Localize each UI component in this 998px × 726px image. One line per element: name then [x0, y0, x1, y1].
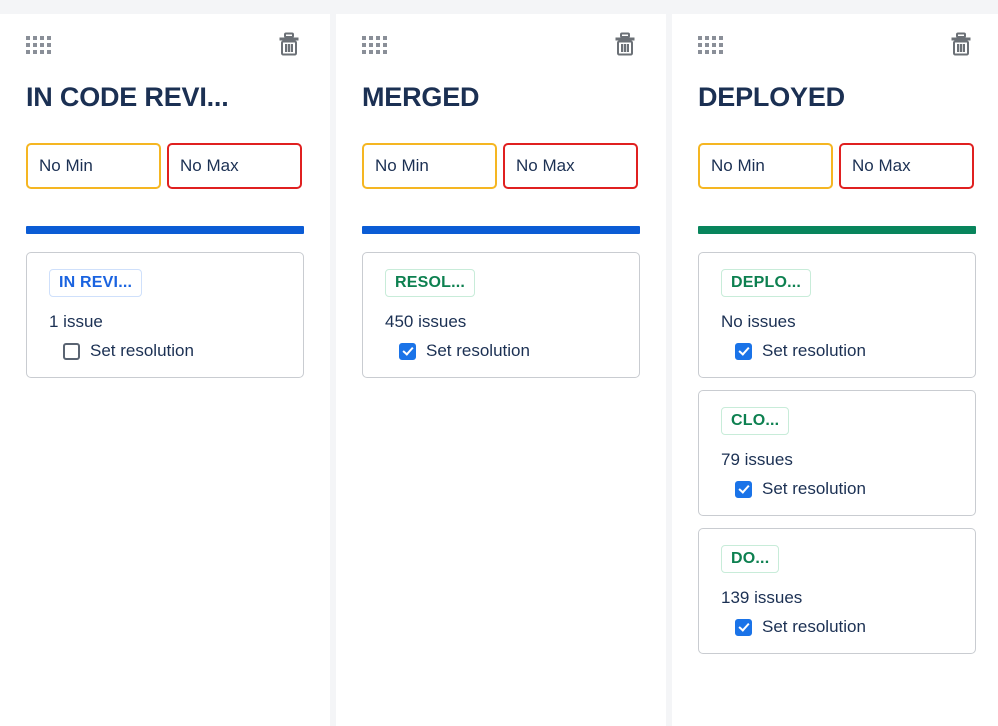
issue-count: 139 issues	[721, 588, 803, 607]
checkbox-checked-icon[interactable]	[735, 618, 752, 636]
grip-dots-icon[interactable]	[362, 28, 387, 54]
set-resolution-label: Set resolution	[90, 341, 194, 360]
trash-icon[interactable]	[274, 28, 304, 60]
issue-count: No issues	[721, 312, 796, 331]
status-badge: DO...	[721, 545, 780, 573]
grip-dots-icon[interactable]	[26, 28, 51, 54]
set-resolution-row[interactable]: Set resolution	[49, 341, 285, 361]
column-title: DEPLOYED	[698, 82, 845, 112]
checkbox-unchecked-icon[interactable]	[63, 342, 80, 360]
status-badge: CLO...	[721, 407, 790, 435]
column-title: IN CODE REVI...	[26, 82, 229, 112]
column-divider-bar	[362, 226, 640, 234]
column-header	[362, 28, 640, 58]
set-resolution-row[interactable]: Set resolution	[721, 617, 957, 637]
max-input[interactable]	[167, 143, 302, 189]
column-header	[26, 28, 304, 58]
set-resolution-label: Set resolution	[762, 617, 866, 636]
issue-count: 79 issues	[721, 450, 793, 469]
column-divider-bar	[26, 226, 304, 234]
grip-dots-icon[interactable]	[698, 28, 723, 54]
status-card-list: RESOL... 450 issues Set resolution	[362, 252, 640, 378]
status-card-list: DEPLO... No issues Set resolution CLO... 79 …	[698, 252, 976, 654]
limit-fields	[698, 143, 976, 189]
status-column-in-code-review: IN CODE REVI... IN REVI... 1 issue Set reso…	[0, 14, 330, 726]
column-divider-bar	[698, 226, 976, 234]
issue-count: 1 issue	[49, 312, 103, 331]
min-input[interactable]	[26, 143, 161, 189]
checkbox-checked-icon[interactable]	[735, 342, 752, 360]
trash-icon[interactable]	[610, 28, 640, 60]
status-badge: RESOL...	[385, 269, 476, 297]
min-input[interactable]	[362, 143, 497, 189]
set-resolution-label: Set resolution	[762, 341, 866, 360]
status-card-list: IN REVI... 1 issue Set resolution	[26, 252, 304, 378]
status-column-merged: MERGED RESOL... 450 issues Set resolution	[336, 14, 666, 726]
checkbox-checked-icon[interactable]	[735, 480, 752, 498]
set-resolution-row[interactable]: Set resolution	[721, 479, 957, 499]
issue-count: 450 issues	[385, 312, 467, 331]
max-input[interactable]	[839, 143, 974, 189]
set-resolution-row[interactable]: Set resolution	[385, 341, 621, 361]
status-badge: IN REVI...	[49, 269, 143, 297]
checkbox-checked-icon[interactable]	[399, 342, 416, 360]
trash-icon[interactable]	[946, 28, 976, 60]
status-card[interactable]: CLO... 79 issues Set resolution	[698, 390, 976, 516]
status-column-deployed: DEPLOYEDDEPLO...No issuesSet resolutionC…	[672, 14, 998, 726]
limit-fields	[362, 143, 640, 189]
max-input[interactable]	[503, 143, 638, 189]
status-card[interactable]: RESOL... 450 issues Set resolution	[362, 252, 640, 378]
column-header	[698, 28, 976, 58]
status-card[interactable]: IN REVI... 1 issue Set resolution	[26, 252, 304, 378]
column-title: MERGED	[362, 82, 480, 112]
status-columns-board: IN CODE REVI... IN REVI... 1 issue Set reso…	[0, 0, 998, 726]
status-badge: DEPLO...	[721, 269, 812, 297]
set-resolution-label: Set resolution	[762, 479, 866, 498]
set-resolution-label: Set resolution	[426, 341, 530, 360]
min-input[interactable]	[698, 143, 833, 189]
status-card[interactable]: DO... 139 issues Set resolution	[698, 528, 976, 654]
limit-fields	[26, 143, 304, 189]
status-card[interactable]: DEPLO... No issues Set resolution	[698, 252, 976, 378]
set-resolution-row[interactable]: Set resolution	[721, 341, 957, 361]
